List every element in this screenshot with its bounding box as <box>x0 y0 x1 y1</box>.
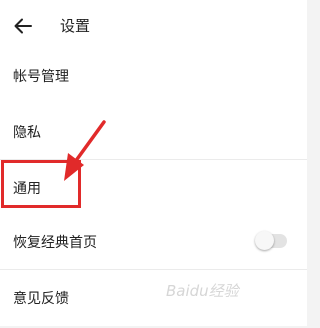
privacy-label: 隐私 <box>13 124 41 141</box>
account-management-label: 帐号管理 <box>13 69 69 85</box>
toggle-knob <box>255 231 274 250</box>
page-title: 设置 <box>60 17 91 35</box>
privacy-general-group: 隐私 通用 <box>0 104 307 216</box>
general-label: 通用 <box>13 181 41 197</box>
feedback-item[interactable]: 意见反馈 <box>0 270 307 326</box>
restore-classic-home-toggle[interactable] <box>255 231 287 250</box>
misc-group: 恢复经典首页 意见反馈 <box>0 214 307 326</box>
arrow-left-icon <box>14 18 32 34</box>
account-management-item[interactable]: 帐号管理 <box>0 48 307 104</box>
privacy-item[interactable]: 隐私 <box>0 104 307 160</box>
back-button[interactable] <box>10 13 36 39</box>
top-bar: 设置 <box>0 0 307 52</box>
general-item[interactable]: 通用 <box>0 160 307 216</box>
account-group: 帐号管理 <box>0 48 307 104</box>
restore-classic-home-item[interactable]: 恢复经典首页 <box>0 214 307 270</box>
feedback-label: 意见反馈 <box>13 291 69 307</box>
restore-classic-home-label: 恢复经典首页 <box>13 234 97 251</box>
